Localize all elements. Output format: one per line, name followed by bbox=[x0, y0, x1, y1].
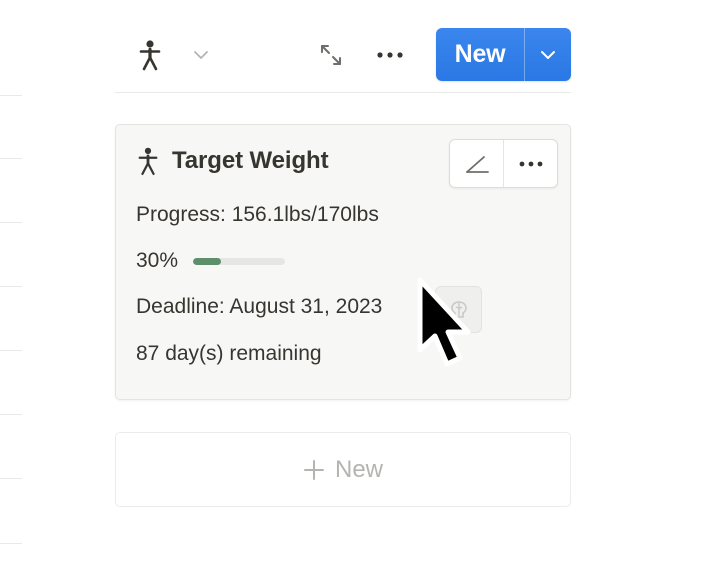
more-icon bbox=[517, 160, 545, 168]
percent-property: 30% bbox=[136, 249, 286, 273]
add-new-label: New bbox=[334, 455, 383, 483]
row-divider bbox=[0, 95, 22, 96]
edit-icon bbox=[464, 153, 490, 175]
deadline-property: Deadline: August 31, 2023 bbox=[136, 295, 383, 318]
person-icon bbox=[136, 145, 160, 177]
row-divider bbox=[0, 543, 22, 544]
mouse-cursor-icon bbox=[414, 276, 480, 389]
progress-bar-fill bbox=[193, 257, 221, 265]
remaining-property: 87 day(s) remaining bbox=[136, 342, 322, 365]
chevron-down-icon bbox=[193, 50, 209, 60]
progress-bar bbox=[193, 257, 286, 265]
person-icon bbox=[137, 39, 163, 71]
more-options-button[interactable] bbox=[370, 38, 410, 72]
toolbar-divider bbox=[115, 92, 571, 93]
add-new-card-button[interactable]: New bbox=[115, 432, 571, 507]
edit-button[interactable] bbox=[450, 140, 503, 187]
more-icon bbox=[375, 51, 405, 59]
plus-icon bbox=[303, 459, 325, 481]
row-divider bbox=[0, 350, 22, 351]
chevron-down-icon bbox=[540, 50, 556, 60]
row-divider bbox=[0, 478, 22, 479]
gallery-view: New Target Weight Progress: 156.1lbs/170… bbox=[0, 0, 714, 586]
new-button-group: New bbox=[436, 28, 571, 81]
row-divider bbox=[0, 158, 22, 159]
expand-icon bbox=[317, 41, 345, 69]
progress-property: Progress: 156.1lbs/170lbs bbox=[136, 203, 379, 226]
row-divider bbox=[0, 414, 22, 415]
gallery-card[interactable]: Target Weight Progress: 156.1lbs/170lbs … bbox=[115, 124, 571, 400]
card-title[interactable]: Target Weight bbox=[172, 147, 329, 175]
card-more-button[interactable] bbox=[503, 140, 557, 187]
view-selector[interactable] bbox=[128, 36, 218, 74]
new-button[interactable]: New bbox=[436, 28, 524, 81]
card-action-group bbox=[449, 139, 558, 188]
percent-label: 30% bbox=[136, 249, 179, 272]
card-header: Target Weight bbox=[136, 145, 329, 177]
expand-button[interactable] bbox=[314, 38, 348, 72]
row-divider bbox=[0, 222, 22, 223]
new-dropdown-button[interactable] bbox=[524, 28, 571, 81]
row-divider bbox=[0, 286, 22, 287]
